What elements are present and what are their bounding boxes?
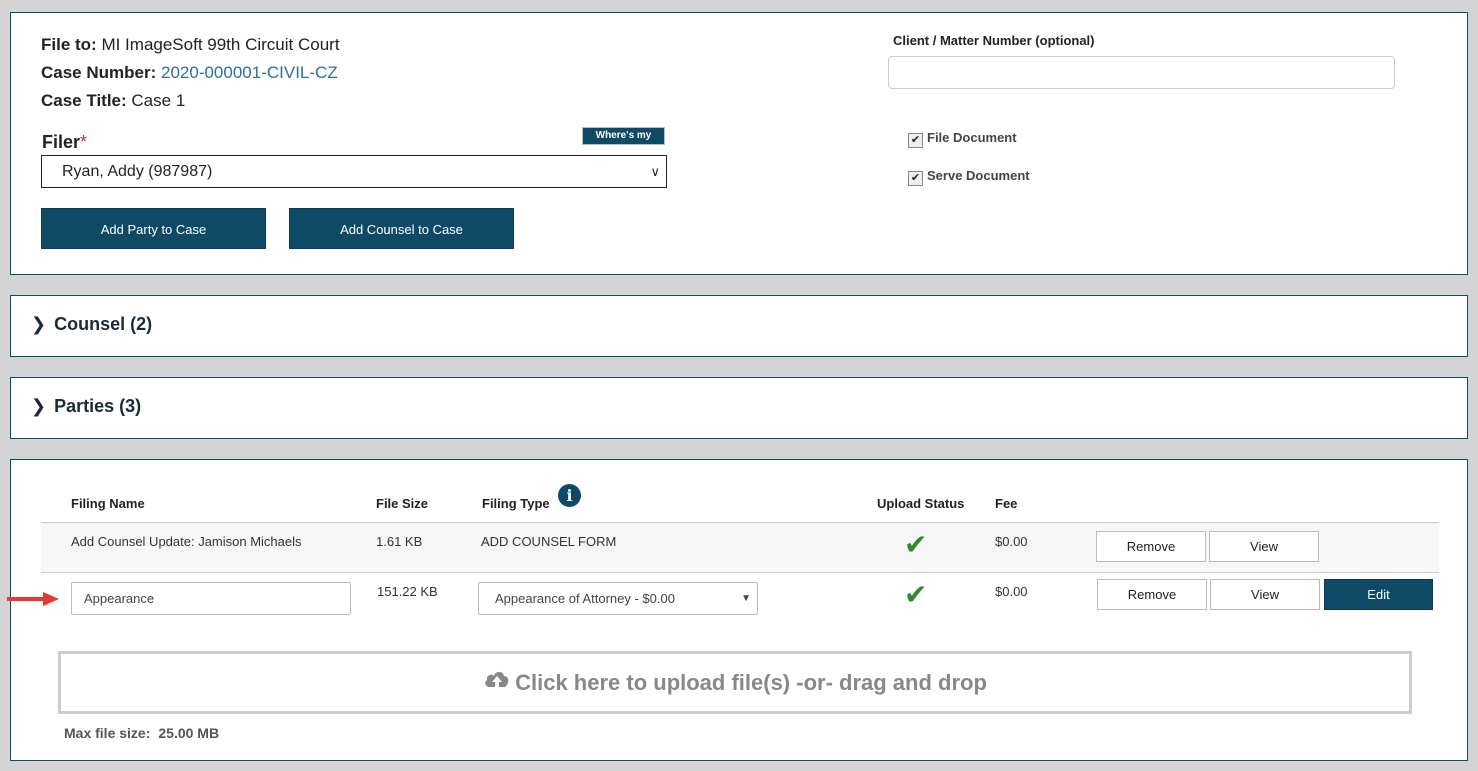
row2-file-size: 151.22 KB (377, 584, 438, 599)
header-filing-name: Filing Name (71, 496, 145, 511)
case-title-label: Case Title: (41, 91, 127, 110)
row1-filing-type: ADD COUNSEL FORM (481, 534, 617, 549)
parties-accordion[interactable]: ❯ Parties (3) (10, 377, 1468, 439)
add-party-button[interactable]: Add Party to Case (41, 208, 266, 249)
parties-accordion-header[interactable]: ❯ Parties (3) (31, 396, 141, 417)
row2-filing-type-value: Appearance of Attorney - $0.00 (495, 591, 675, 606)
row1-remove-button[interactable]: Remove (1096, 531, 1206, 562)
upload-dropzone[interactable]: Click here to upload file(s) -or- drag a… (58, 651, 1412, 714)
case-number-line: Case Number: 2020-000001-CIVIL-CZ (41, 63, 338, 83)
row2-edit-button[interactable]: Edit (1324, 579, 1433, 610)
file-to-line: File to: MI ImageSoft 99th Circuit Court (41, 35, 340, 55)
row1-view-button[interactable]: View (1209, 531, 1319, 562)
case-title-line: Case Title: Case 1 (41, 91, 185, 111)
row2-fee: $0.00 (995, 584, 1028, 599)
parties-accordion-title: Parties (3) (54, 396, 142, 416)
header-fee: Fee (995, 496, 1018, 511)
counsel-accordion-header[interactable]: ❯ Counsel (2) (31, 314, 152, 335)
filer-label-text: Filer (42, 132, 81, 152)
caret-down-icon: ▼ (741, 593, 751, 604)
upload-text: Click here to upload file(s) -or- drag a… (515, 670, 987, 695)
row2-remove-button[interactable]: Remove (1097, 579, 1207, 610)
counsel-accordion[interactable]: ❯ Counsel (2) (10, 295, 1468, 357)
serve-document-checkbox[interactable]: ✔ (908, 171, 923, 186)
row2-view-button[interactable]: View (1210, 579, 1320, 610)
row-divider (41, 572, 1439, 573)
case-number-label: Case Number: (41, 63, 157, 82)
counsel-accordion-title: Counsel (2) (54, 314, 153, 334)
required-marker: * (80, 132, 88, 152)
client-matter-label: Client / Matter Number (optional) (893, 33, 1095, 48)
case-info-panel: File to: MI ImageSoft 99th Circuit Court… (10, 12, 1468, 275)
serve-document-label: Serve Document (927, 168, 1030, 183)
file-document-option[interactable]: ✔ File Document (908, 130, 1017, 148)
row1-file-size: 1.61 KB (376, 534, 423, 549)
row1-filing-name: Add Counsel Update: Jamison Michaels (71, 534, 302, 549)
pointer-arrow-icon (7, 592, 59, 606)
row2-filing-type-select[interactable]: Appearance of Attorney - $0.00 ▼ (478, 582, 758, 615)
max-file-size: Max file size: 25.00 MB (64, 725, 219, 741)
row1-fee: $0.00 (995, 534, 1028, 549)
file-document-label: File Document (927, 130, 1017, 145)
case-title-value: Case 1 (131, 91, 186, 110)
cloud-upload-icon (485, 671, 509, 691)
header-filing-type: Filing Type (482, 496, 550, 511)
file-to-label: File to: (41, 35, 97, 54)
row2-filing-name-input[interactable]: Appearance (71, 582, 351, 615)
file-document-checkbox[interactable]: ✔ (908, 133, 923, 148)
filer-selected-value: Ryan, Addy (987987) (62, 163, 213, 180)
client-matter-input[interactable] (888, 56, 1395, 89)
filer-select[interactable]: Ryan, Addy (987987) ∨ (41, 155, 667, 188)
header-file-size: File Size (376, 496, 429, 511)
chevron-right-icon: ❯ (31, 396, 47, 416)
check-icon: ✔ (904, 579, 928, 610)
chevron-down-icon: ∨ (650, 164, 660, 179)
chevron-right-icon: ❯ (31, 314, 47, 334)
max-file-size-label: Max file size: (64, 725, 151, 741)
max-file-size-value: 25.00 MB (158, 725, 220, 741)
header-upload-status: Upload Status (877, 496, 965, 511)
info-icon[interactable]: i (558, 484, 581, 507)
filings-panel: Filing Name File Size Filing Type i Uplo… (7, 459, 1468, 761)
add-counsel-button[interactable]: Add Counsel to Case (289, 208, 514, 249)
case-number-link[interactable]: 2020-000001-CIVIL-CZ (161, 63, 338, 82)
wheres-my-filer-button[interactable]: Where's my filer? (582, 127, 665, 157)
file-to-value: MI ImageSoft 99th Circuit Court (101, 35, 340, 54)
serve-document-option[interactable]: ✔ Serve Document (908, 168, 1030, 186)
filer-label: Filer* (42, 132, 87, 153)
check-icon: ✔ (904, 529, 928, 560)
